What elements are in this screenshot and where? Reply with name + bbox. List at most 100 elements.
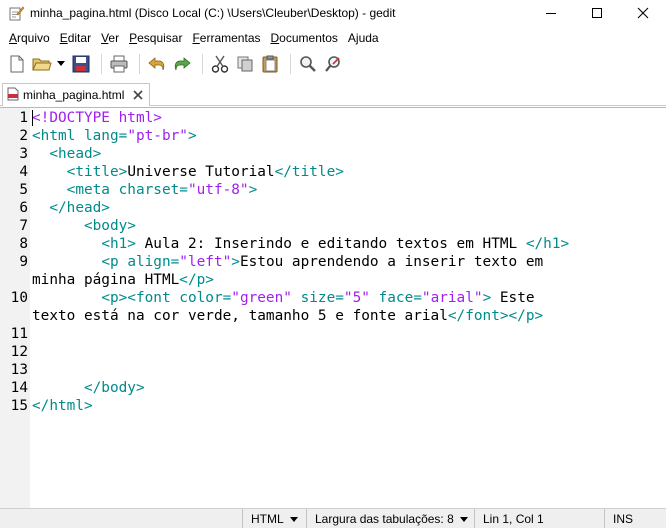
close-button[interactable] (620, 0, 666, 26)
code-token: </body> (83, 380, 145, 396)
toolbar-separator (202, 54, 203, 74)
code-token: </title> (274, 164, 344, 180)
open-dropdown-button[interactable] (56, 53, 66, 75)
code-line: minha página HTML</p> (32, 271, 214, 289)
code-token: <meta (66, 182, 119, 198)
tab-minha-pagina[interactable]: minha_pagina.html (2, 83, 150, 106)
code-line: </body> (32, 379, 145, 397)
code-token: > (482, 290, 492, 306)
code-token: > (187, 128, 197, 144)
undo-button[interactable] (146, 53, 168, 75)
menu-arquivo[interactable]: Arquivo (4, 31, 55, 45)
toolbar-separator (290, 54, 291, 74)
code-token: <title> (66, 164, 128, 180)
window-title: minha_pagina.html (Disco Local (C:) \Use… (30, 6, 396, 20)
replace-button[interactable] (322, 53, 344, 75)
open-folder-icon (32, 58, 52, 71)
paste-icon (262, 55, 278, 73)
code-token: texto está na cor verde, tamanho 5 e fon… (32, 308, 448, 324)
code-token: </h1> (525, 236, 570, 252)
close-icon (637, 7, 649, 19)
code-token: "left" (179, 254, 232, 270)
replace-icon (325, 56, 340, 72)
menu-editar[interactable]: Editar (55, 31, 96, 45)
save-button[interactable] (70, 53, 92, 75)
code-token: size= (291, 290, 344, 306)
language-selector[interactable]: HTML (242, 509, 306, 528)
line-number: 9 (19, 254, 28, 270)
toolbar-separator (139, 54, 140, 74)
menu-pesquisar[interactable]: Pesquisar (124, 31, 187, 45)
print-icon (110, 55, 128, 73)
menu-ferramentas[interactable]: Ferramentas (187, 31, 265, 45)
maximize-button[interactable] (574, 0, 620, 26)
code-token: </head> (49, 200, 110, 216)
code-token: </html> (32, 398, 93, 414)
code-token: "pt-br" (127, 128, 188, 144)
code-token: lang= (83, 128, 128, 144)
paste-button[interactable] (259, 53, 281, 75)
insert-mode: INS (604, 509, 666, 528)
code-token: charset= (118, 182, 188, 198)
code-line: <p align="left">Estou aprendendo a inser… (32, 253, 543, 271)
minimize-button[interactable] (528, 0, 574, 26)
search-button[interactable] (297, 53, 319, 75)
tab-width-selector[interactable]: Largura das tabulações: 8 (306, 509, 474, 528)
line-number: 7 (19, 218, 28, 234)
new-document-icon (10, 55, 24, 73)
code-token: <p (101, 254, 128, 270)
line-number: 6 (19, 200, 28, 216)
code-line: <title>Universe Tutorial</title> (32, 163, 344, 181)
print-button[interactable] (108, 53, 130, 75)
chevron-down-icon (289, 516, 298, 522)
toolbar-separator (101, 54, 102, 74)
line-number: 1 (19, 110, 28, 126)
text-editor[interactable]: 1 <!DOCTYPE html> 2 <html lang="pt-br"> 3 <h… (0, 107, 666, 508)
undo-icon (148, 57, 165, 71)
search-icon (300, 56, 316, 72)
line-number: 14 (10, 380, 28, 396)
copy-button[interactable] (234, 53, 256, 75)
redo-button[interactable] (171, 53, 193, 75)
code-token: <!DOCTYPE html> (32, 110, 162, 126)
code-line: texto está na cor verde, tamanho 5 e fon… (32, 307, 543, 325)
code-line: <body> (32, 217, 136, 235)
text-editor-icon (8, 5, 25, 21)
line-number: 15 (10, 398, 28, 414)
document-tab-bar: minha_pagina.html (0, 80, 666, 106)
toolbar (0, 50, 666, 78)
menu-ver[interactable]: Ver (96, 31, 124, 45)
code-token: </p> (179, 272, 214, 288)
code-line: <head> (32, 145, 101, 163)
tab-close-button[interactable] (132, 89, 144, 101)
status-bar: HTML Largura das tabulações: 8 Lin 1, Co… (0, 508, 666, 528)
maximize-icon (592, 8, 602, 18)
cut-button[interactable] (209, 53, 231, 75)
code-token: align= (127, 254, 180, 270)
code-token: "arial" (421, 290, 483, 306)
code-line: <html lang="pt-br"> (32, 127, 197, 145)
code-token: Aula 2: Inserindo e editando textos em H… (135, 236, 526, 252)
code-token: "5" (343, 290, 370, 306)
window-controls (528, 0, 666, 26)
code-line: <!DOCTYPE html> (32, 109, 162, 127)
text-cursor (32, 110, 33, 126)
open-button[interactable] (31, 53, 53, 75)
new-document-button[interactable] (6, 53, 28, 75)
title-bar: minha_pagina.html (Disco Local (C:) \Use… (0, 0, 666, 26)
save-icon (72, 55, 90, 73)
minimize-icon (546, 13, 556, 14)
code-token: > (231, 254, 240, 270)
code-area[interactable]: 1 <!DOCTYPE html> 2 <html lang="pt-br"> 3 <h… (0, 108, 666, 508)
menu-documentos[interactable]: Documentos (266, 31, 343, 45)
menu-ajuda[interactable]: Ajuda (343, 31, 384, 45)
code-token: Universe Tutorial (127, 164, 275, 180)
code-token: Este (491, 290, 535, 306)
line-number: 12 (10, 344, 28, 360)
code-token: <p><font (101, 290, 180, 306)
